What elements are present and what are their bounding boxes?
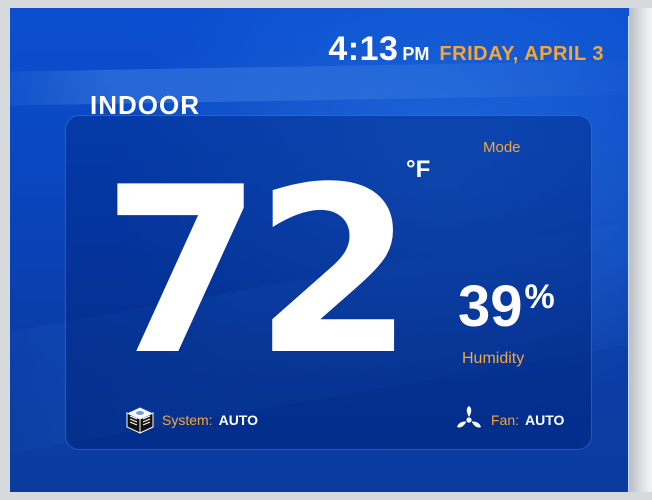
humidity-percent-symbol: %	[524, 278, 555, 316]
indoor-temperature[interactable]: 72	[102, 158, 414, 388]
mode-button[interactable]: Mode	[483, 139, 521, 156]
fan-status[interactable]: Fan: AUTO	[453, 404, 564, 436]
humidity-value: 39	[458, 274, 523, 339]
humidity-readout: 39%	[458, 278, 555, 336]
indoor-label: INDOOR	[90, 90, 200, 120]
fan-icon	[453, 404, 485, 436]
system-value: AUTO	[218, 412, 258, 428]
device-frame: 4:13 PM FRIDAY, APRIL 3 INDOOR 72 °F Mod…	[0, 0, 652, 500]
system-icon	[124, 404, 156, 436]
system-label: System:	[162, 412, 213, 428]
humidity-label: Humidity	[462, 350, 525, 367]
clock-time: 4:13	[328, 30, 399, 68]
thermostat-screen: 4:13 PM FRIDAY, APRIL 3 INDOOR 72 °F Mod…	[10, 8, 629, 492]
clock-ampm: PM	[402, 44, 430, 64]
system-status[interactable]: System: AUTO	[124, 404, 258, 436]
fan-value: AUTO	[525, 412, 565, 428]
device-bezel-right	[629, 8, 652, 492]
current-date: FRIDAY, APRIL 3	[439, 43, 604, 65]
fan-label: Fan:	[491, 412, 520, 428]
temperature-unit[interactable]: °F	[406, 156, 430, 184]
time-date-bar: 4:13 PM FRIDAY, APRIL 3	[328, 30, 604, 69]
